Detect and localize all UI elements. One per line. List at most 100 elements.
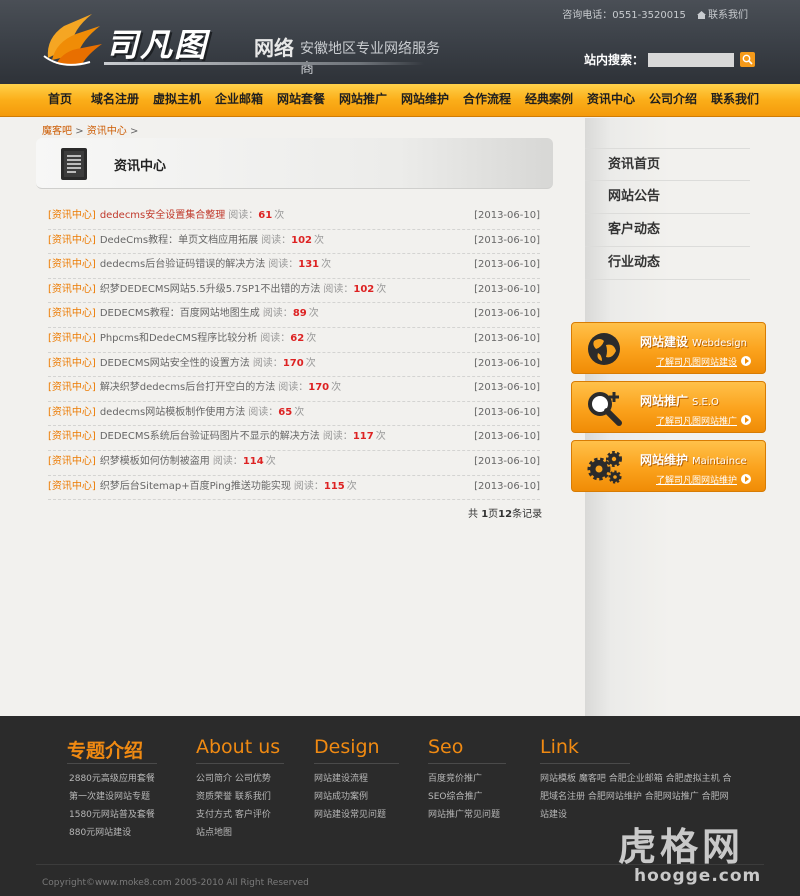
read-count: 102: [291, 234, 312, 246]
article-date: [2013-06-10]: [474, 431, 540, 443]
breadcrumb-home[interactable]: 魔客吧: [42, 126, 72, 137]
sidebar-item[interactable]: 网站公告: [585, 181, 750, 214]
footer-divider: [428, 763, 506, 764]
article-title[interactable]: dedecms后台验证码错误的解决方法: [100, 259, 265, 270]
read-count: 61: [258, 210, 273, 221]
pager-suffix: 条记录: [512, 509, 543, 520]
footer-link[interactable]: 网站模板 魔客吧 合肥企业邮箱 合肥虚拟主机 合: [540, 770, 731, 788]
article-category[interactable]: [资讯中心]: [48, 481, 96, 492]
footer-link[interactable]: 支付方式 客户评价: [196, 806, 271, 824]
footer-link[interactable]: 站点地图: [196, 824, 271, 842]
footer-link[interactable]: 第一次建设网站专题: [69, 788, 155, 806]
article-date: [2013-06-10]: [474, 357, 540, 369]
footer-link[interactable]: 2880元高级应用套餐: [69, 770, 155, 788]
sidebar-item[interactable]: 客户动态: [585, 214, 750, 247]
article-title[interactable]: DEDECMS网站安全性的设置方法: [100, 358, 250, 369]
footer-link[interactable]: 肥域名注册 合肥网站维护 合肥网站推广 合肥网: [540, 788, 731, 806]
promo-banner[interactable]: 网站维护 Maintaince 了解司凡图网站维护: [571, 440, 766, 492]
read-unit: 次: [294, 406, 305, 418]
article-category[interactable]: [资讯中心]: [48, 259, 96, 270]
search-button[interactable]: [740, 52, 756, 67]
footer-link[interactable]: 网站推广常见问题: [428, 806, 500, 824]
read-label: 阅读：: [212, 455, 243, 467]
article-category[interactable]: [资讯中心]: [48, 358, 96, 369]
footer-link[interactable]: 网站建设流程: [314, 770, 386, 788]
watermark: 虎格网 hoogge.com: [618, 816, 788, 896]
list-item: [资讯中心] dedecms后台验证码错误的解决方法 阅读：131 次 [2013-06…: [48, 254, 540, 279]
promo-banner[interactable]: 网站建设 Webdesign 了解司凡图网站建设: [571, 322, 766, 374]
article-title[interactable]: DEDECMS系统后台验证码图片不显示的解决方法: [100, 431, 320, 442]
nav-item[interactable]: 经典案例: [518, 84, 580, 117]
article-title[interactable]: 织梦后台Sitemap+百度Ping推送功能实现: [100, 481, 291, 492]
nav-item[interactable]: 公司介绍: [642, 84, 704, 117]
nav-item[interactable]: 网站套餐: [270, 84, 332, 117]
pager-records: 12: [498, 509, 513, 520]
article-date: [2013-06-10]: [474, 480, 540, 492]
site-logo[interactable]: 司凡图 网络 安徽地区专业网络服务商: [42, 12, 442, 77]
article-category[interactable]: [资讯中心]: [48, 407, 96, 418]
logo-fan-icon: [43, 14, 102, 66]
footer-link[interactable]: 百度竞价推广: [428, 770, 500, 788]
article-title[interactable]: DedeCms教程：单页文档应用拓展: [100, 235, 258, 246]
article-category[interactable]: [资讯中心]: [48, 333, 96, 344]
article-title[interactable]: 解决织梦dedecms后台打开空白的方法: [100, 382, 275, 393]
footer-col-title: Seo: [428, 736, 464, 758]
footer-link[interactable]: 资质荣誉 联系我们: [196, 788, 271, 806]
footer-link[interactable]: 网站成功案例: [314, 788, 386, 806]
sidebar-item[interactable]: 行业动态: [585, 247, 750, 280]
promo-link[interactable]: 了解司凡图网站建设: [656, 355, 737, 368]
promo-link[interactable]: 了解司凡图网站推广: [656, 414, 737, 427]
article-title[interactable]: dedecms安全设置集合整理: [100, 210, 225, 221]
promo-banner[interactable]: 网站推广 S.E.O 了解司凡图网站推广: [571, 381, 766, 433]
list-item: [资讯中心] DEDECMS系统后台验证码图片不显示的解决方法 阅读：117 次 [20…: [48, 426, 540, 451]
watermark-main: 虎格网: [618, 824, 745, 869]
nav-item[interactable]: 联系我们: [704, 84, 766, 117]
read-count: 131: [298, 259, 320, 271]
footer-col-title: About us: [196, 736, 281, 758]
article-title[interactable]: 织梦DEDECMS网站5.5升级5.7SP1不出错的方法: [100, 284, 321, 295]
article-category[interactable]: [资讯中心]: [48, 284, 96, 295]
article-category[interactable]: [资讯中心]: [48, 210, 96, 221]
footer-link[interactable]: 公司简介 公司优势: [196, 770, 271, 788]
list-item: [资讯中心] Phpcms和DedeCMS程序比较分析 阅读：62 次 [2013-06…: [48, 328, 540, 353]
footer-link[interactable]: 1580元网站普及套餐: [69, 806, 155, 824]
nav-item[interactable]: 域名注册: [84, 84, 146, 117]
nav-item[interactable]: 首页: [36, 84, 84, 117]
read-label: 阅读：: [322, 431, 353, 443]
sidebar-item[interactable]: 资讯首页: [585, 148, 750, 181]
section-header: 资讯中心: [36, 138, 553, 189]
nav-item[interactable]: 网站推广: [332, 84, 394, 117]
article-title[interactable]: dedecms网站模板制作使用方法: [100, 407, 245, 418]
article-category[interactable]: [资讯中心]: [48, 456, 96, 467]
promo-link[interactable]: 了解司凡图网站维护: [656, 473, 737, 486]
footer-link[interactable]: 880元网站建设: [69, 824, 155, 842]
watermark-sub: hoogge.com: [634, 866, 762, 886]
footer-links: 公司简介 公司优势 资质荣誉 联系我们 支付方式 客户评价 站点地图: [196, 770, 271, 842]
read-label: 阅读：: [228, 210, 259, 221]
article-category[interactable]: [资讯中心]: [48, 308, 96, 319]
nav-item[interactable]: 合作流程: [456, 84, 518, 117]
article-title[interactable]: DEDECMS教程：百度网站地图生成: [100, 308, 260, 319]
promo-title: 网站建设 Webdesign: [640, 333, 747, 350]
nav-item[interactable]: 网站维护: [394, 84, 456, 117]
nav-item[interactable]: 资讯中心: [580, 84, 642, 117]
article-title[interactable]: Phpcms和DedeCMS程序比较分析: [100, 333, 257, 344]
search-input[interactable]: [648, 52, 735, 67]
breadcrumb-current[interactable]: 资讯中心: [87, 126, 127, 137]
article-title[interactable]: 织梦模板如何仿制被盗用: [100, 456, 210, 467]
search-label: 站内搜索：: [584, 53, 645, 67]
arrow-right-icon: [741, 356, 751, 366]
article-category[interactable]: [资讯中心]: [48, 431, 96, 442]
footer-link[interactable]: 网站建设常见问题: [314, 806, 386, 824]
article-list: [资讯中心] dedecms安全设置集合整理 阅读：61 次 [2013-06-10][…: [48, 205, 540, 501]
footer-link[interactable]: SEO综合推广: [428, 788, 500, 806]
contact-link[interactable]: 联系我们: [697, 10, 748, 21]
promo-subtitle: Maintaince: [692, 456, 747, 467]
article-category[interactable]: [资讯中心]: [48, 382, 96, 393]
nav-item[interactable]: 企业邮箱: [208, 84, 270, 117]
read-unit: 次: [321, 259, 332, 271]
footer-divider: [67, 763, 157, 764]
read-unit: 次: [265, 455, 276, 467]
nav-item[interactable]: 虚拟主机: [146, 84, 208, 117]
article-category[interactable]: [资讯中心]: [48, 235, 96, 246]
